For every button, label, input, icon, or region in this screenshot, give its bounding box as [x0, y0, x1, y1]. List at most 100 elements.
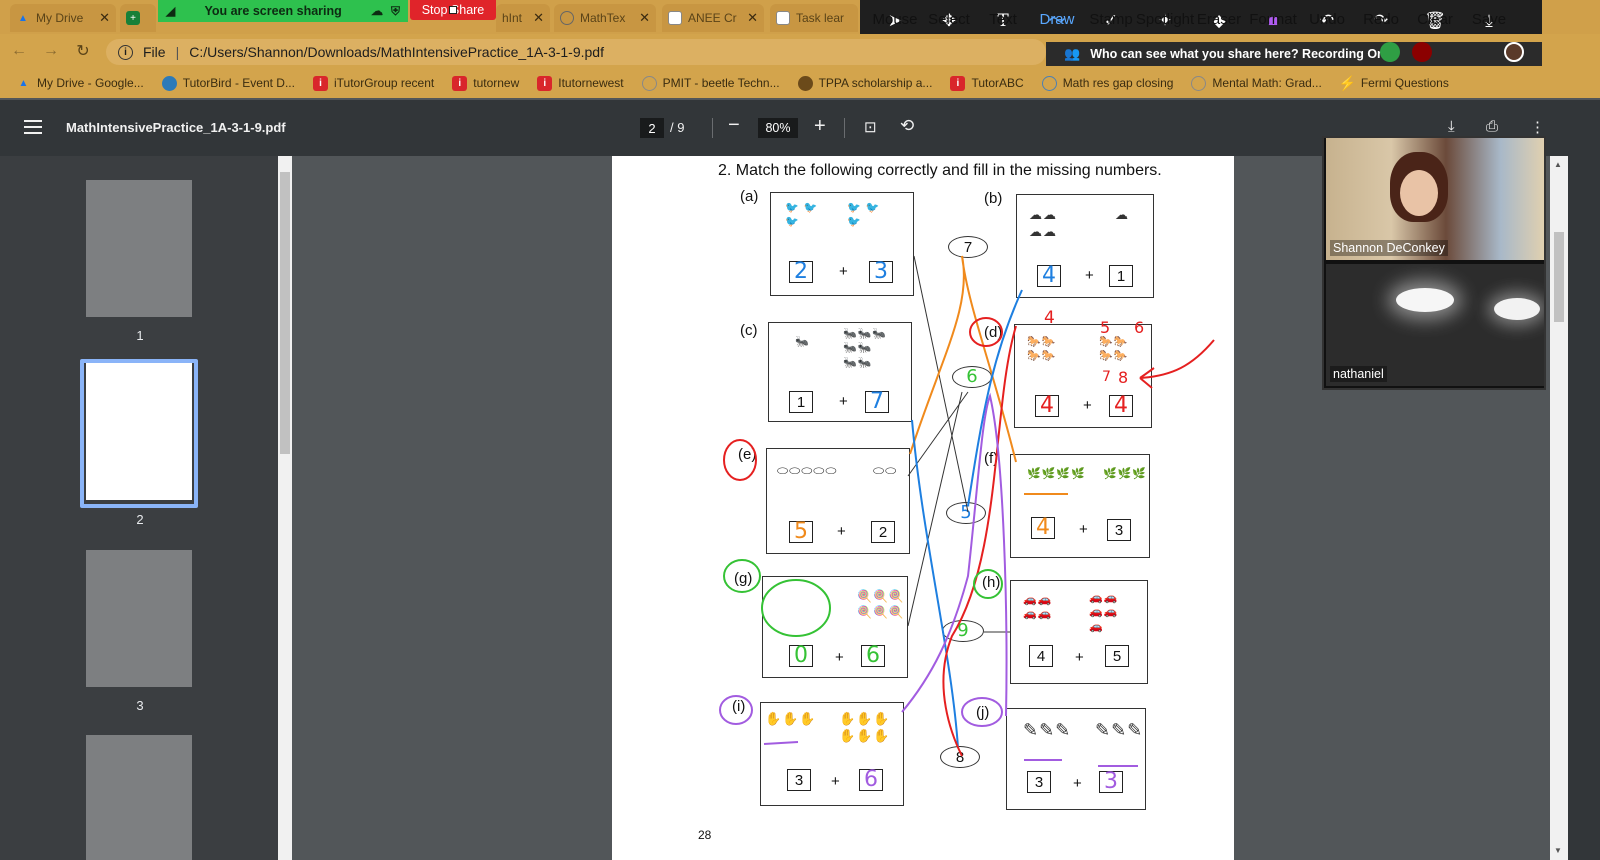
tool-draw[interactable]: 〜 Draw	[1030, 11, 1084, 31]
ublock-icon[interactable]	[1412, 42, 1432, 62]
bookmark-itutornewest[interactable]: i Itutornewest	[537, 75, 624, 91]
extension-icon[interactable]	[1380, 42, 1400, 62]
answer-box[interactable]: 4	[1037, 265, 1061, 287]
sum-oval-8[interactable]: 8	[940, 746, 980, 768]
answer-box[interactable]: 3	[869, 261, 893, 283]
participant-video-nathaniel[interactable]: nathaniel	[1326, 264, 1544, 386]
answer-box[interactable]: 6	[859, 769, 883, 791]
itutor-icon: i	[950, 75, 966, 91]
zoom-in-button[interactable]: +	[814, 115, 826, 138]
answer-box[interactable]: 1	[789, 391, 813, 413]
scrollbar-thumb[interactable]	[280, 172, 290, 454]
more-options-icon[interactable]: ⋮	[1530, 118, 1545, 136]
answer-box[interactable]: 3	[1107, 519, 1131, 541]
leaves-picture: ⬭⬭	[873, 463, 898, 478]
tool-select[interactable]: ✥ Select	[922, 11, 976, 31]
tool-stamp[interactable]: ✓ Stamp	[1084, 11, 1138, 31]
sum-oval-7[interactable]: 7	[948, 236, 988, 258]
answer-box[interactable]: 4	[1035, 395, 1059, 417]
bookmark-my-drive[interactable]: ▲ My Drive - Google...	[16, 76, 144, 91]
tool-text[interactable]: T Text	[976, 11, 1030, 31]
answer-box[interactable]: 3	[1099, 771, 1123, 793]
fit-page-icon[interactable]: ⊡	[864, 118, 877, 136]
bookmark-pmit[interactable]: PMIT - beetle Techn...	[641, 75, 780, 91]
participant-video-shannon[interactable]: Shannon DeConkey	[1326, 138, 1544, 260]
answer-box[interactable]: 0	[789, 645, 813, 667]
zoom-level-input[interactable]: 80%	[758, 118, 798, 138]
sum-oval-6[interactable]: 6	[952, 366, 992, 388]
bookmark-tutornew[interactable]: i tutornew	[452, 75, 519, 91]
page-number-input[interactable]: 2	[640, 118, 664, 138]
tab-mathtex[interactable]: MathTex ✕	[554, 4, 656, 32]
answer-box[interactable]: 4	[1029, 645, 1053, 667]
brushes-picture: ✎✎✎	[1095, 720, 1144, 740]
sum-oval-5[interactable]: 5	[946, 502, 986, 524]
bookmark-fermi[interactable]: ⚡ Fermi Questions	[1339, 75, 1449, 91]
bookmark-tppa[interactable]: TPPA scholarship a...	[797, 75, 932, 91]
tab-label: My Drive	[36, 11, 84, 25]
answer-box[interactable]: 7	[865, 391, 889, 413]
bookmark-mental-math[interactable]: Mental Math: Grad...	[1191, 75, 1322, 91]
tab-my-drive[interactable]: ▲ My Drive ✕	[10, 4, 116, 32]
answer-box[interactable]: 4	[1109, 395, 1133, 417]
address-bar[interactable]: i File | C:/Users/Shannon/Downloads/Math…	[106, 39, 1046, 65]
sidebar-scrollbar[interactable]	[278, 156, 292, 860]
bookmarks-bar: ▲ My Drive - Google... TutorBird - Event …	[0, 68, 1600, 98]
tool-eraser[interactable]: ◆ Eraser	[1192, 11, 1246, 31]
tab-task[interactable]: Task lear	[770, 4, 858, 32]
close-icon[interactable]: ✕	[639, 10, 650, 26]
answer-box[interactable]: 2	[789, 261, 813, 283]
thumbnail-sidebar: 1 2 3	[0, 156, 278, 860]
menu-icon[interactable]	[24, 120, 42, 134]
selected-thumbnail-outline	[80, 359, 198, 508]
answer-box[interactable]: 2	[871, 521, 895, 543]
stop-share-button[interactable]: Stop Share	[410, 0, 496, 20]
answer-box[interactable]: 3	[1027, 771, 1051, 793]
bookmark-tutorbird[interactable]: TutorBird - Event D...	[161, 75, 295, 91]
tab-sheets[interactable]: +	[120, 4, 156, 32]
download-icon[interactable]: ⤓	[1448, 118, 1455, 135]
tool-label: Select	[928, 11, 970, 28]
tool-spotlight[interactable]: ✦ Spotlight	[1136, 11, 1194, 31]
bookmark-math-res[interactable]: Math res gap closing	[1041, 75, 1173, 91]
avatar[interactable]	[1504, 42, 1524, 62]
answer-box[interactable]: 6	[861, 645, 885, 667]
answer-box[interactable]: 5	[1105, 645, 1129, 667]
panel-label-h: (h)	[982, 574, 1001, 591]
bookmark-tutorabc[interactable]: i TutorABC	[950, 75, 1024, 91]
close-icon[interactable]: ✕	[533, 10, 544, 26]
shield-icon: ⛨	[390, 3, 400, 18]
reload-icon[interactable]: ↻	[74, 41, 92, 61]
rotate-icon[interactable]: ⟲	[900, 116, 914, 136]
answer-box[interactable]: 5	[789, 521, 813, 543]
answer-box[interactable]: 1	[1109, 265, 1133, 287]
tool-undo[interactable]: ↶ Undo	[1300, 11, 1354, 31]
info-icon[interactable]: i	[118, 44, 133, 60]
document-scrollbar[interactable]: ▲ ▼	[1550, 156, 1568, 860]
tool-format[interactable]: ■ Format	[1246, 11, 1300, 31]
forward-arrow-icon[interactable]: →	[42, 42, 60, 60]
thumbnail-page-1[interactable]	[86, 180, 192, 317]
bookmark-itutorgroup[interactable]: i iTutorGroup recent	[312, 75, 434, 91]
print-icon[interactable]: ⎙	[1486, 118, 1498, 135]
back-arrow-icon[interactable]: ←	[10, 42, 28, 60]
recording-banner[interactable]: 👥 Who can see what you share here? Recor…	[1046, 42, 1542, 66]
tab-pdf[interactable]: hInt ✕	[496, 4, 550, 32]
scroll-down-icon[interactable]: ▼	[1554, 846, 1562, 855]
scrollbar-thumb[interactable]	[1554, 232, 1564, 322]
close-icon[interactable]: ✕	[99, 10, 110, 26]
tool-clear[interactable]: 🗑 Clear	[1408, 11, 1462, 31]
answer-box[interactable]: 3	[787, 769, 811, 791]
close-icon[interactable]: ✕	[747, 10, 758, 26]
tool-mouse[interactable]: ➤ Mouse	[868, 11, 922, 31]
thumbnail-page-3[interactable]	[86, 550, 192, 687]
answer-box[interactable]: 4	[1031, 517, 1055, 539]
tool-save[interactable]: ⤓ Save	[1462, 11, 1516, 31]
thumbnail-page-4[interactable]	[86, 735, 192, 860]
tab-anee[interactable]: ANEE Cr ✕	[662, 4, 764, 32]
zoom-out-button[interactable]: −	[728, 114, 740, 137]
scroll-up-icon[interactable]: ▲	[1554, 160, 1562, 169]
hands-picture: ✋✋✋ ✋✋✋	[839, 711, 891, 743]
sum-oval-9[interactable]: 9	[942, 620, 984, 642]
tool-redo[interactable]: ↷ Redo	[1354, 11, 1408, 31]
